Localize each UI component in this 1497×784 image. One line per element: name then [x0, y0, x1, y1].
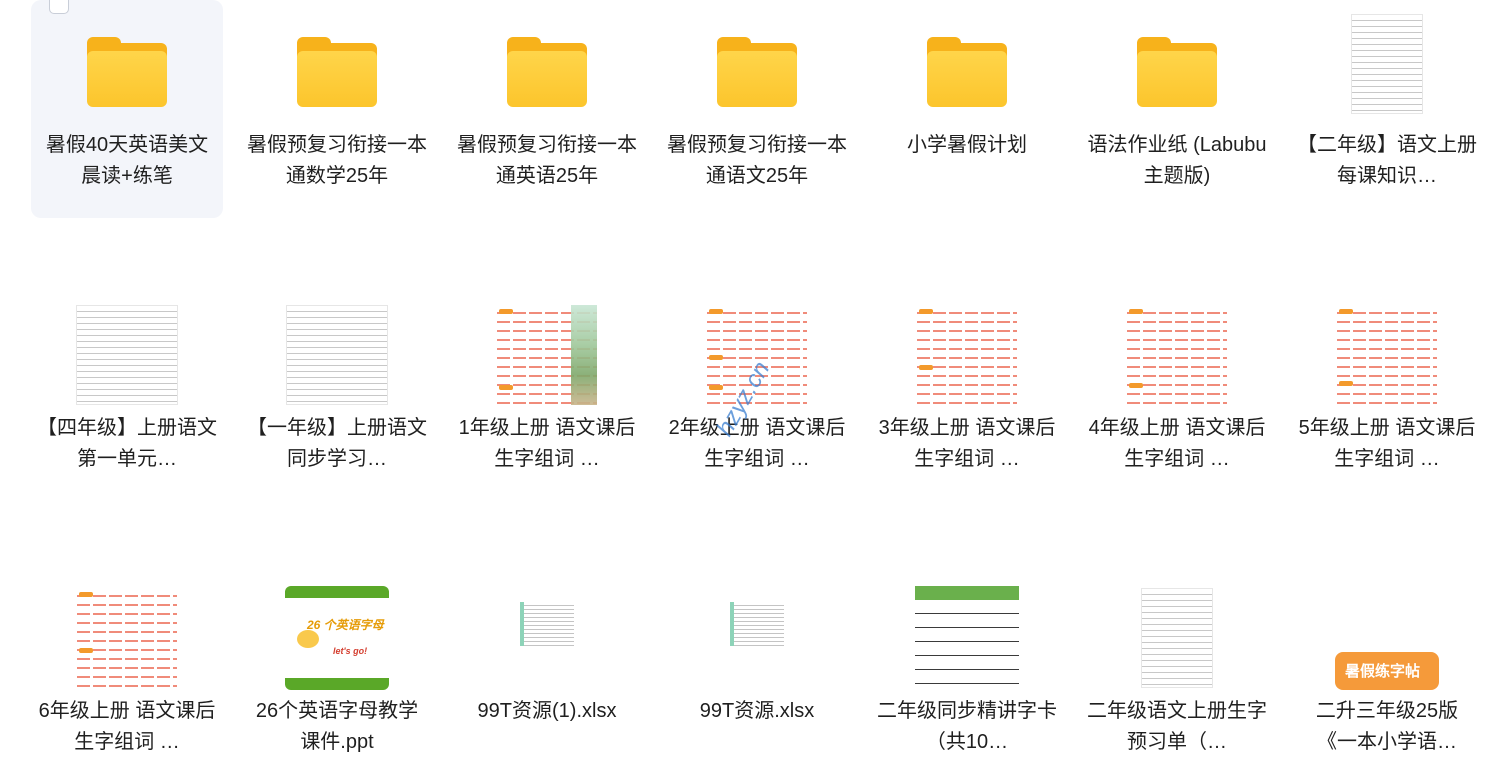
- folder-icon: [67, 22, 187, 122]
- select-checkbox[interactable]: [49, 0, 69, 14]
- file-tile-worksheet[interactable]: 3年级上册 语文课后生字组词 …: [871, 283, 1063, 501]
- presentation-thumbnail: 26 个英语字母 let's go!: [277, 586, 397, 690]
- file-tile-folder[interactable]: 暑假预复习衔接一本通语文25年: [661, 0, 853, 218]
- folder-icon: [487, 22, 607, 122]
- file-name: 4年级上册 语文课后生字组词 …: [1088, 417, 1266, 470]
- file-tile-document[interactable]: 【二年级】语文上册每课知识…: [1291, 0, 1483, 218]
- worksheet-thumbnail: [487, 305, 607, 405]
- file-name: 二年级同步精讲字卡（共10…: [877, 700, 1057, 753]
- document-thumbnail: [1117, 588, 1237, 688]
- worksheet-thumbnail: [1117, 305, 1237, 405]
- document-thumbnail: [277, 305, 397, 405]
- file-tile-worksheet[interactable]: 6年级上册 语文课后生字组词 …: [31, 566, 223, 784]
- file-name: 暑假预复习衔接一本通语文25年: [667, 134, 847, 187]
- file-name: 二升三年级25版《一本小学语…: [1315, 700, 1459, 753]
- thumbnail-title: 26 个英语字母: [307, 618, 384, 632]
- file-name: 3年级上册 语文课后生字组词 …: [878, 417, 1056, 470]
- file-name: 【二年级】语文上册每课知识…: [1297, 134, 1477, 187]
- file-tile-document[interactable]: 【四年级】上册语文第一单元…: [31, 283, 223, 501]
- file-name: 二年级语文上册生字预习单（…: [1087, 700, 1267, 753]
- file-tile-xlsx[interactable]: 99T资源.xlsx: [661, 566, 853, 784]
- file-tile-folder[interactable]: 小学暑假计划: [871, 0, 1063, 218]
- file-name: 语法作业纸 (Labubu主题版): [1087, 134, 1267, 187]
- file-tile-folder[interactable]: 暑假预复习衔接一本通数学25年: [241, 0, 433, 218]
- thumbnail-title: 暑假练字帖: [1345, 663, 1421, 680]
- file-name: 暑假预复习衔接一本通英语25年: [457, 134, 637, 187]
- document-thumbnail: [1327, 14, 1447, 114]
- spreadsheet-thumbnail: [697, 588, 817, 688]
- file-tile-copybook[interactable]: 暑假练字帖 二升三年级25版《一本小学语…: [1291, 566, 1483, 784]
- file-name: 1年级上册 语文课后生字组词 …: [458, 417, 636, 470]
- file-tile-folder[interactable]: 语法作业纸 (Labubu主题版): [1081, 0, 1273, 218]
- file-name: 暑假40天英语美文晨读+练笔: [45, 134, 209, 187]
- folder-icon: [907, 22, 1027, 122]
- file-name: 6年级上册 语文课后生字组词 …: [38, 700, 216, 753]
- copybook-thumbnail: 暑假练字帖: [1327, 586, 1447, 690]
- folder-icon: [1117, 22, 1237, 122]
- file-tile-folder[interactable]: 暑假40天英语美文晨读+练笔: [31, 0, 223, 218]
- worksheet-thumbnail: [907, 305, 1027, 405]
- file-name: 【一年级】上册语文同步学习…: [247, 417, 427, 470]
- file-tile-xlsx[interactable]: 99T资源(1).xlsx: [451, 566, 643, 784]
- file-name: 暑假预复习衔接一本通数学25年: [247, 134, 427, 187]
- file-tile-document[interactable]: 二年级语文上册生字预习单（…: [1081, 566, 1273, 784]
- file-tile-worksheet[interactable]: 5年级上册 语文课后生字组词 …: [1291, 283, 1483, 501]
- file-name: 99T资源.xlsx: [699, 700, 815, 722]
- file-name: 26个英语字母教学课件.ppt: [255, 700, 419, 753]
- file-name: 2年级上册 语文课后生字组词 …: [668, 417, 846, 470]
- folder-icon: [697, 22, 817, 122]
- file-tile-document[interactable]: 【一年级】上册语文同步学习…: [241, 283, 433, 501]
- spreadsheet-thumbnail: [487, 588, 607, 688]
- file-name: 99T资源(1).xlsx: [477, 700, 617, 722]
- file-tile-folder[interactable]: 暑假预复习衔接一本通英语25年: [451, 0, 643, 218]
- file-name: 5年级上册 语文课后生字组词 …: [1298, 417, 1476, 470]
- file-tile-worksheet[interactable]: 4年级上册 语文课后生字组词 …: [1081, 283, 1273, 501]
- character-card-thumbnail: [907, 586, 1027, 690]
- file-tile-card[interactable]: 二年级同步精讲字卡（共10…: [871, 566, 1063, 784]
- folder-icon: [277, 22, 397, 122]
- file-name: 小学暑假计划: [907, 134, 1027, 156]
- file-grid: 暑假40天英语美文晨读+练笔 暑假预复习衔接一本通数学25年 暑假预复习衔接一本…: [31, 0, 1497, 784]
- file-name: 【四年级】上册语文第一单元…: [37, 417, 217, 470]
- file-tile-ppt[interactable]: 26 个英语字母 let's go! 26个英语字母教学课件.ppt: [241, 566, 433, 784]
- worksheet-thumbnail: [67, 588, 187, 688]
- file-tile-worksheet[interactable]: 1年级上册 语文课后生字组词 …: [451, 283, 643, 501]
- document-thumbnail: [67, 305, 187, 405]
- thumbnail-subtitle: let's go!: [333, 646, 368, 656]
- worksheet-thumbnail: [1327, 305, 1447, 405]
